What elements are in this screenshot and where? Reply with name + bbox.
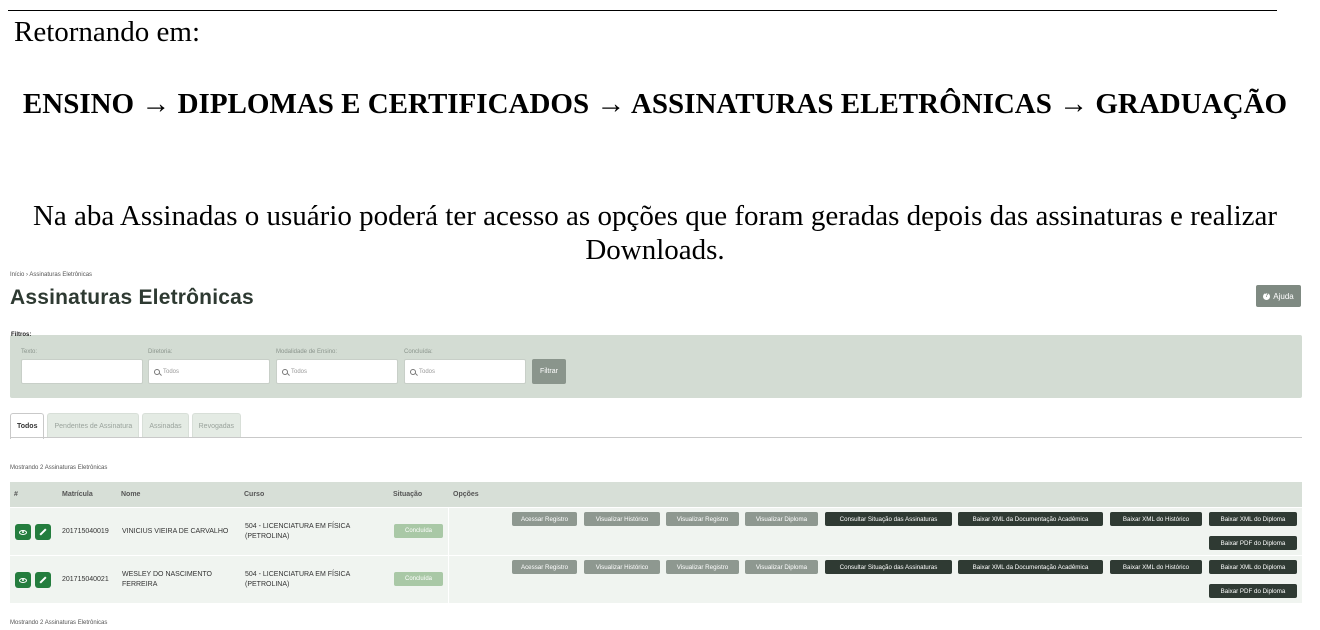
modalidade-select[interactable]: Todos [276, 359, 398, 384]
status-badge: Concluída [394, 524, 443, 538]
diretoria-placeholder: Todos [163, 368, 180, 375]
baixar-pdf-diploma-button[interactable]: Baixar PDF do Diploma [1209, 584, 1297, 598]
edit-button[interactable] [35, 572, 51, 588]
table-row: 201715040021 WESLEY DO NASCIMENTO FERREI… [10, 556, 1302, 603]
diretoria-label: Diretoria: [148, 349, 173, 355]
visualizar-historico-button[interactable]: Visualizar Histórico [584, 560, 660, 574]
baixar-pdf-diploma-button[interactable]: Baixar PDF do Diploma [1209, 536, 1297, 550]
view-button[interactable] [15, 524, 31, 540]
filters-title: Filtros: [11, 332, 32, 338]
modalidade-placeholder: Todos [291, 368, 308, 375]
column-divider [448, 508, 449, 555]
help-label: Ajuda [1273, 291, 1294, 301]
texto-label: Texto: [21, 349, 38, 355]
intro-text: Retornando em: [14, 16, 201, 48]
table-row: 201715040019 VINICIUS VIEIRA DE CARVALHO… [10, 508, 1302, 555]
help-button[interactable]: ? Ajuda [1256, 285, 1301, 307]
pencil-icon [39, 576, 47, 584]
baixar-xml-documentacao-button[interactable]: Baixar XML da Documentação Acadêmica [958, 560, 1103, 574]
concluida-label: Concluída: [404, 349, 433, 355]
view-button[interactable] [15, 572, 31, 588]
col-curso: Curso [244, 491, 265, 498]
tab-todos[interactable]: Todos [10, 413, 45, 439]
baixar-xml-documentacao-button[interactable]: Baixar XML da Documentação Acadêmica [958, 512, 1103, 526]
top-rule [8, 10, 1277, 11]
nome-value: WESLEY DO NASCIMENTO [122, 571, 212, 578]
eye-icon [19, 529, 27, 535]
pencil-icon [39, 528, 47, 536]
question-circle-icon: ? [1263, 292, 1271, 300]
page-title: Assinaturas Eletrônicas [10, 286, 254, 309]
matricula-value: 201715040019 [62, 528, 109, 535]
baixar-xml-historico-button[interactable]: Baixar XML do Histórico [1110, 560, 1202, 574]
baixar-xml-historico-button[interactable]: Baixar XML do Histórico [1110, 512, 1202, 526]
results-count-top: Mostrando 2 Assinaturas Eletrônicas [10, 465, 108, 471]
tab-pendentes[interactable]: Pendentes de Assinatura [47, 413, 140, 438]
visualizar-registro-button[interactable]: Visualizar Registro [666, 512, 739, 526]
diretoria-select[interactable]: Todos [148, 359, 270, 384]
tab-revogadas[interactable]: Revogadas [191, 413, 242, 438]
filters-panel: Texto: Diretoria: Todos Modalidade de En… [10, 335, 1302, 398]
tab-assinadas[interactable]: Assinadas [142, 413, 189, 438]
breadcrumb: Início › Assinaturas Eletrônicas [10, 272, 93, 278]
column-divider [448, 556, 449, 603]
visualizar-registro-button[interactable]: Visualizar Registro [666, 560, 739, 574]
eye-icon [19, 577, 27, 583]
baixar-xml-diploma-button[interactable]: Baixar XML do Diploma [1209, 560, 1297, 574]
search-icon [154, 368, 160, 375]
curso-campus: (PETROLINA) [245, 581, 290, 588]
visualizar-historico-button[interactable]: Visualizar Histórico [584, 512, 660, 526]
col-nome: Nome [121, 491, 141, 498]
modalidade-label: Modalidade de Ensino: [276, 349, 338, 355]
curso-value: 504 - LICENCIATURA EM FÍSICA [245, 571, 351, 578]
col-situacao: Situação [393, 491, 423, 498]
nome-value-line2: FERREIRA [122, 581, 158, 588]
consultar-situacao-button[interactable]: Consultar Situação das Assinaturas [825, 560, 952, 574]
col-matricula: Matrícula [62, 491, 93, 498]
search-icon [282, 368, 288, 375]
tabs-divider [10, 437, 1302, 438]
status-badge: Concluída [394, 572, 443, 586]
texto-input[interactable] [21, 359, 143, 384]
matricula-value: 201715040021 [62, 576, 109, 583]
edit-button[interactable] [35, 524, 51, 540]
consultar-situacao-button[interactable]: Consultar Situação das Assinaturas [825, 512, 952, 526]
col-hash: # [14, 491, 18, 498]
nome-value: VINICIUS VIEIRA DE CARVALHO [122, 528, 229, 535]
concluida-select[interactable]: Todos [404, 359, 526, 384]
filter-button[interactable]: Filtrar [532, 359, 566, 384]
navigation-path: ENSINO → DIPLOMAS E CERTIFICADOS → ASSIN… [22, 88, 1288, 120]
baixar-xml-diploma-button[interactable]: Baixar XML do Diploma [1209, 512, 1297, 526]
curso-campus: (PETROLINA) [245, 533, 290, 540]
visualizar-diploma-button[interactable]: Visualizar Diploma [745, 512, 818, 526]
search-icon [410, 368, 416, 375]
acessar-registro-button[interactable]: Acessar Registro [512, 512, 577, 526]
acessar-registro-button[interactable]: Acessar Registro [512, 560, 577, 574]
concluida-placeholder: Todos [419, 368, 436, 375]
table-header: # Matrícula Nome Curso Situação Opções [10, 482, 1302, 507]
col-opcoes: Opções [453, 491, 479, 498]
tabs-bar: Todos Pendentes de Assinatura Assinadas … [10, 413, 242, 439]
curso-value: 504 - LICENCIATURA EM FÍSICA [245, 523, 351, 530]
visualizar-diploma-button[interactable]: Visualizar Diploma [745, 560, 818, 574]
results-count-bottom: Mostrando 2 Assinaturas Eletrônicas [10, 620, 108, 626]
description-text: Na aba Assinadas o usuário poderá ter ac… [32, 200, 1278, 266]
